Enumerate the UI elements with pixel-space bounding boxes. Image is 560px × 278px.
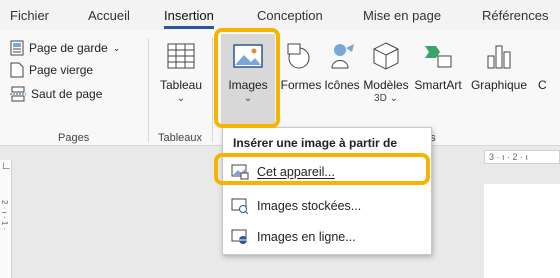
modeles-3d-label: Modèles bbox=[363, 78, 409, 92]
vertical-ruler: ∟ 2 · ı · 1 · bbox=[0, 160, 12, 278]
shapes-icon bbox=[287, 43, 310, 69]
cet-appareil-highlight bbox=[214, 153, 430, 185]
table-icon bbox=[167, 43, 195, 69]
tab-references[interactable]: Références bbox=[482, 8, 548, 23]
tableau-label: Tableau bbox=[159, 78, 203, 92]
chevron-down-icon: ⌄ bbox=[176, 93, 186, 104]
stock-images-icon bbox=[231, 198, 249, 214]
saut-de-page-button[interactable]: Saut de page bbox=[10, 86, 102, 102]
graphique-button[interactable]: Graphique bbox=[468, 34, 530, 92]
cover-page-icon bbox=[10, 40, 24, 56]
blank-page-icon bbox=[10, 62, 24, 78]
vertical-ruler-marks: 2 · ı · 1 · bbox=[0, 200, 9, 231]
tab-accueil[interactable]: Accueil bbox=[88, 8, 130, 23]
chevron-down-icon: ⌄ bbox=[112, 42, 121, 53]
group-label-tableaux: Tableaux bbox=[158, 132, 203, 144]
cube-icon bbox=[373, 42, 399, 70]
images-en-ligne-item[interactable]: Images en ligne... bbox=[231, 229, 356, 245]
captures-label-partial: C bbox=[538, 78, 547, 92]
images-stockees-label: Images stockées... bbox=[257, 199, 362, 213]
modeles-3d-button[interactable]: Modèles 3D ⌄ bbox=[362, 34, 410, 104]
graphique-label: Graphique bbox=[470, 78, 528, 92]
modeles-3d-label-line2: 3D ⌄ bbox=[374, 93, 398, 104]
smartart-label: SmartArt bbox=[414, 78, 462, 92]
tab-insertion[interactable]: Insertion bbox=[164, 8, 214, 29]
icones-label: Icônes bbox=[324, 78, 360, 92]
tab-stop-icon[interactable]: ∟ bbox=[1, 160, 12, 172]
tableau-button[interactable]: Tableau ⌄ bbox=[156, 34, 206, 104]
tab-fichier[interactable]: Fichier bbox=[10, 8, 49, 23]
images-button-highlight bbox=[214, 28, 280, 128]
page-break-icon bbox=[10, 86, 26, 102]
formes-label: Formes bbox=[280, 78, 322, 92]
document-page[interactable] bbox=[484, 184, 560, 278]
page-vierge-button[interactable]: Page vierge bbox=[10, 62, 93, 78]
ribbon-tabs: Fichier Accueil Insertion Conception Mis… bbox=[0, 0, 560, 30]
images-en-ligne-label: Images en ligne... bbox=[257, 230, 356, 244]
page-de-garde-label: Page de garde bbox=[29, 41, 108, 55]
horizontal-ruler: 3 · ı · 2 · ı bbox=[484, 150, 560, 164]
smartart-button[interactable]: SmartArt bbox=[410, 34, 466, 92]
page-vierge-label: Page vierge bbox=[29, 63, 94, 77]
images-stockees-item[interactable]: Images stockées... bbox=[231, 198, 361, 214]
icons-icon bbox=[331, 44, 354, 69]
online-images-icon bbox=[231, 229, 247, 244]
group-label-pages: Pages bbox=[58, 132, 90, 144]
insert-image-dropdown: Insérer une image à partir de Cet appare… bbox=[222, 127, 432, 255]
group-separator bbox=[148, 38, 149, 142]
formes-button[interactable]: Formes bbox=[280, 34, 322, 92]
modeles-3d-sublabel: 3D bbox=[374, 93, 387, 104]
tab-conception[interactable]: Conception bbox=[257, 8, 323, 23]
saut-de-page-label: Saut de page bbox=[31, 87, 103, 101]
group-separator bbox=[212, 38, 213, 142]
icones-button[interactable]: Icônes bbox=[322, 34, 362, 92]
smartart-icon bbox=[425, 46, 452, 68]
page-de-garde-button[interactable]: Page de garde ⌄ bbox=[10, 40, 120, 56]
dropdown-title: Insérer une image à partir de bbox=[233, 136, 398, 150]
tab-mise-en-page[interactable]: Mise en page bbox=[363, 8, 441, 23]
captures-button-partial[interactable]: C bbox=[538, 34, 560, 92]
chart-icon bbox=[487, 45, 511, 69]
